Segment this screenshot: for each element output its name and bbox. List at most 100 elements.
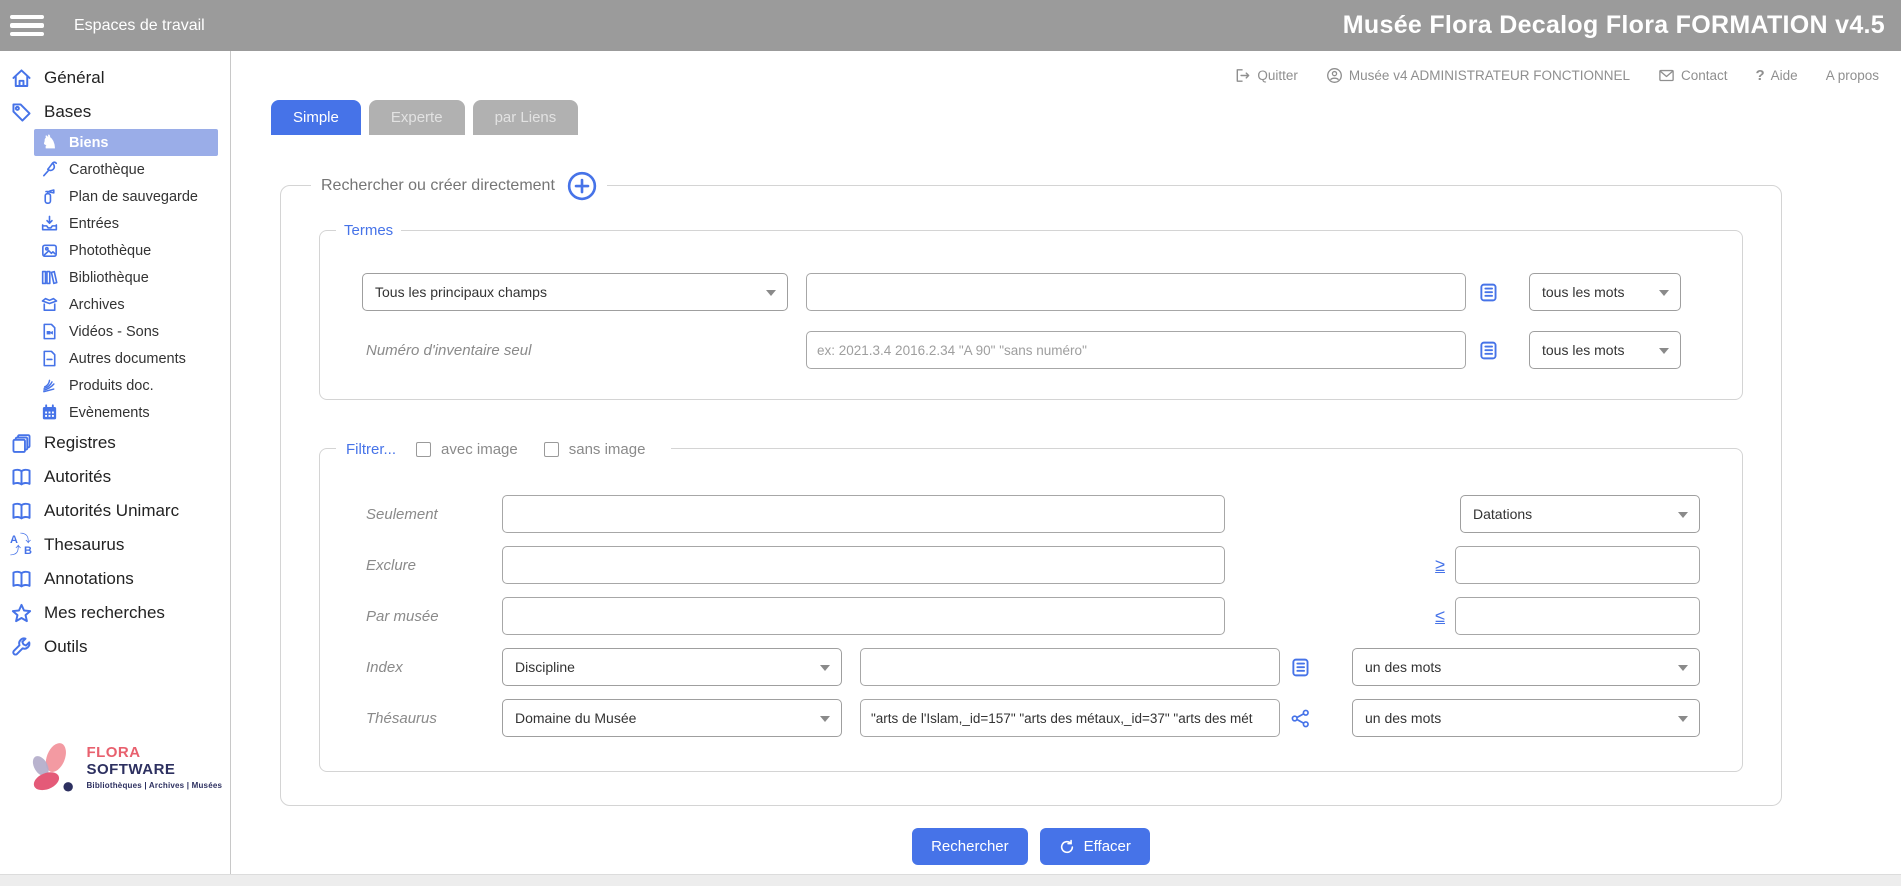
apropos-link[interactable]: A propos (1826, 68, 1879, 83)
sidebar-item-carotheque[interactable]: Carothèque (34, 156, 218, 183)
filter-row-exclure: Exclure ≥ (362, 546, 1700, 584)
fire-extinguisher-icon (40, 187, 59, 206)
sidebar-item-label: Bases (44, 102, 91, 122)
sidebar-item-mes-recherches[interactable]: Mes recherches (8, 596, 230, 630)
tab-experte[interactable]: Experte (369, 100, 465, 135)
sidebar: Général Bases ♞ Biens Carothèque Plan de… (0, 51, 231, 874)
inventory-input[interactable] (806, 331, 1466, 369)
par-musee-label: Par musée (362, 608, 502, 625)
sidebar-item-label: Carothèque (69, 162, 145, 178)
sidebar-item-videos-sons[interactable]: Vidéos - Sons (34, 318, 218, 345)
rechercher-button[interactable]: Rechercher (912, 828, 1028, 865)
sidebar-item-plan-de-sauvegarde[interactable]: Plan de sauvegarde (34, 183, 218, 210)
share-tree-icon[interactable] (1290, 708, 1311, 729)
sidebar-item-entrees[interactable]: Entrées (34, 210, 218, 237)
action-buttons: Rechercher Effacer (280, 828, 1782, 865)
logo-brand-software: SOFTWARE (86, 761, 175, 778)
lexicon-book-icon[interactable] (1290, 657, 1311, 678)
chevron-down-icon (1678, 665, 1688, 671)
sidebar-item-autorites-unimarc[interactable]: Autorités Unimarc (8, 494, 230, 528)
sidebar-item-phototheque[interactable]: Photothèque (34, 237, 218, 264)
sidebar-item-label: Biens (69, 135, 109, 151)
termes-legend: Termes (336, 220, 401, 242)
index-select[interactable]: Discipline (502, 648, 842, 686)
sidebar-item-label: Autorités Unimarc (44, 501, 179, 521)
open-box-icon (40, 295, 59, 314)
effacer-button[interactable]: Effacer (1040, 828, 1150, 865)
sidebar-item-label: Produits doc. (69, 378, 154, 394)
exclure-input[interactable] (502, 546, 1225, 584)
avec-image-checkbox[interactable] (416, 442, 431, 457)
sidebar-item-registres[interactable]: Registres (8, 426, 230, 460)
sans-image-label: sans image (569, 441, 646, 458)
less-equal-link[interactable]: ≤ (1435, 606, 1445, 627)
tab-par-liens[interactable]: par Liens (473, 100, 579, 135)
chevron-down-icon (1678, 716, 1688, 722)
date-max-input[interactable] (1455, 597, 1700, 635)
word-mode-value: tous les mots (1542, 342, 1624, 358)
greater-equal-link[interactable]: ≥ (1435, 555, 1445, 576)
sidebar-item-label: Autorités (44, 467, 111, 487)
chevron-down-icon (766, 290, 776, 296)
index-word-mode-select[interactable]: un des mots (1352, 648, 1700, 686)
datations-select[interactable]: Datations (1460, 495, 1700, 533)
sidebar-item-evenements[interactable]: Evènements (34, 399, 218, 426)
thesaurus-select[interactable]: Domaine du Musée (502, 699, 842, 737)
word-mode-select-2[interactable]: tous les mots (1529, 331, 1681, 369)
seulement-input[interactable] (502, 495, 1225, 533)
sans-image-checkbox[interactable] (544, 442, 559, 457)
filter-row-index: Index Discipline un des mots (362, 648, 1700, 686)
user-icon (1326, 67, 1343, 84)
books-icon (40, 268, 59, 287)
flora-logo: FLORA SOFTWARE Bibliothèques | Archives … (8, 736, 230, 798)
sidebar-item-bibliotheque[interactable]: Bibliothèque (34, 264, 218, 291)
sidebar-item-bases[interactable]: Bases (8, 95, 230, 129)
stacked-sheets-icon (10, 432, 33, 455)
thesaurus-word-mode-select[interactable]: un des mots (1352, 699, 1700, 737)
logo-tagline: Bibliothèques | Archives | Musées (86, 781, 230, 790)
sidebar-item-autorites[interactable]: Autorités (8, 460, 230, 494)
aide-link[interactable]: ? Aide (1756, 67, 1798, 84)
termes-row-main: Tous les principaux champs tous les mots (362, 273, 1700, 311)
fanned-pages-icon (40, 376, 59, 395)
contact-link[interactable]: Contact (1658, 67, 1728, 84)
field-select[interactable]: Tous les principaux champs (362, 273, 788, 311)
menu-icon[interactable] (10, 15, 46, 37)
sidebar-item-autres-documents[interactable]: Autres documents (34, 345, 218, 372)
add-record-button[interactable] (567, 171, 597, 201)
terms-input[interactable] (806, 273, 1466, 311)
tab-simple[interactable]: Simple (271, 100, 361, 135)
user-label: Musée v4 ADMINISTRATEUR FONCTIONNEL (1349, 68, 1630, 83)
avec-image-label: avec image (441, 441, 518, 458)
word-mode-select-1[interactable]: tous les mots (1529, 273, 1681, 311)
chevron-down-icon (820, 716, 830, 722)
filter-section: Filtrer... avec image sans image Seuleme… (319, 448, 1743, 772)
lexicon-book-icon[interactable] (1478, 340, 1499, 361)
index-input[interactable] (860, 648, 1280, 686)
search-panel: Rechercher ou créer directement Termes T… (280, 185, 1782, 806)
tag-icon (10, 101, 33, 124)
filter-row-seulement: Seulement Datations (362, 495, 1700, 533)
lexicon-book-icon[interactable] (1478, 282, 1499, 303)
mail-icon (1658, 67, 1675, 84)
sidebar-item-label: Annotations (44, 569, 134, 589)
aide-label: Aide (1771, 68, 1798, 83)
sidebar-item-label: Outils (44, 637, 87, 657)
sidebar-item-thesaurus[interactable]: A⤵⤴B Thesaurus (8, 528, 230, 562)
par-musee-input[interactable] (502, 597, 1225, 635)
quitter-link[interactable]: Quitter (1234, 67, 1298, 84)
corer-icon (40, 160, 59, 179)
sidebar-item-biens[interactable]: ♞ Biens (34, 129, 218, 156)
inventory-label: Numéro d'inventaire seul (362, 342, 788, 359)
sidebar-item-outils[interactable]: Outils (8, 630, 230, 664)
thesaurus-input[interactable] (860, 699, 1280, 737)
date-min-input[interactable] (1455, 546, 1700, 584)
user-menu[interactable]: Musée v4 ADMINISTRATEUR FONCTIONNEL (1326, 67, 1630, 84)
app-window: Espaces de travail Musée Flora Decalog F… (0, 0, 1901, 886)
sidebar-item-general[interactable]: Général (8, 61, 230, 95)
workspace-label[interactable]: Espaces de travail (74, 17, 205, 35)
sidebar-item-annotations[interactable]: Annotations (8, 562, 230, 596)
sidebar-item-label: Mes recherches (44, 603, 165, 623)
sidebar-item-produits-doc[interactable]: Produits doc. (34, 372, 218, 399)
sidebar-item-archives[interactable]: Archives (34, 291, 218, 318)
